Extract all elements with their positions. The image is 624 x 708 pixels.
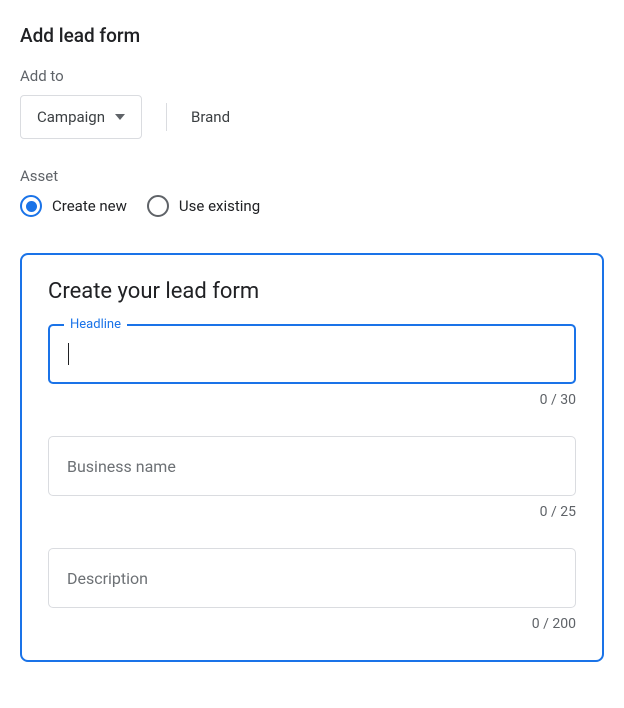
- asset-label: Asset: [20, 167, 604, 185]
- description-input[interactable]: Description: [48, 548, 576, 608]
- headline-label: Headline: [64, 317, 127, 332]
- radio-create-new[interactable]: Create new: [20, 195, 127, 217]
- radio-label: Create new: [52, 197, 127, 215]
- description-field-group: Description 0 / 200: [48, 548, 576, 632]
- dropdown-label: Campaign: [37, 108, 105, 126]
- page-title: Add lead form: [20, 24, 604, 47]
- business-field-group: Business name 0 / 25: [48, 436, 576, 520]
- radio-icon: [20, 195, 42, 217]
- description-placeholder: Description: [67, 569, 148, 588]
- headline-input[interactable]: Headline: [48, 324, 576, 384]
- divider: [166, 103, 167, 131]
- radio-label: Use existing: [179, 197, 260, 215]
- description-counter: 0 / 200: [48, 616, 576, 632]
- business-counter: 0 / 25: [48, 504, 576, 520]
- business-input[interactable]: Business name: [48, 436, 576, 496]
- campaign-dropdown[interactable]: Campaign: [20, 95, 142, 139]
- chevron-down-icon: [115, 114, 125, 120]
- addto-label: Add to: [20, 67, 604, 85]
- business-placeholder: Business name: [67, 457, 176, 476]
- headline-counter: 0 / 30: [48, 392, 576, 408]
- radio-use-existing[interactable]: Use existing: [147, 195, 260, 217]
- radio-icon: [147, 195, 169, 217]
- lead-form-card: Create your lead form Headline 0 / 30 Bu…: [20, 253, 604, 662]
- addto-row: Campaign Brand: [20, 95, 604, 139]
- headline-field-group: Headline 0 / 30: [48, 324, 576, 408]
- headline-text-input[interactable]: [69, 345, 556, 363]
- asset-radio-group: Create new Use existing: [20, 195, 604, 217]
- form-card-title: Create your lead form: [48, 279, 576, 304]
- context-text: Brand: [191, 108, 230, 126]
